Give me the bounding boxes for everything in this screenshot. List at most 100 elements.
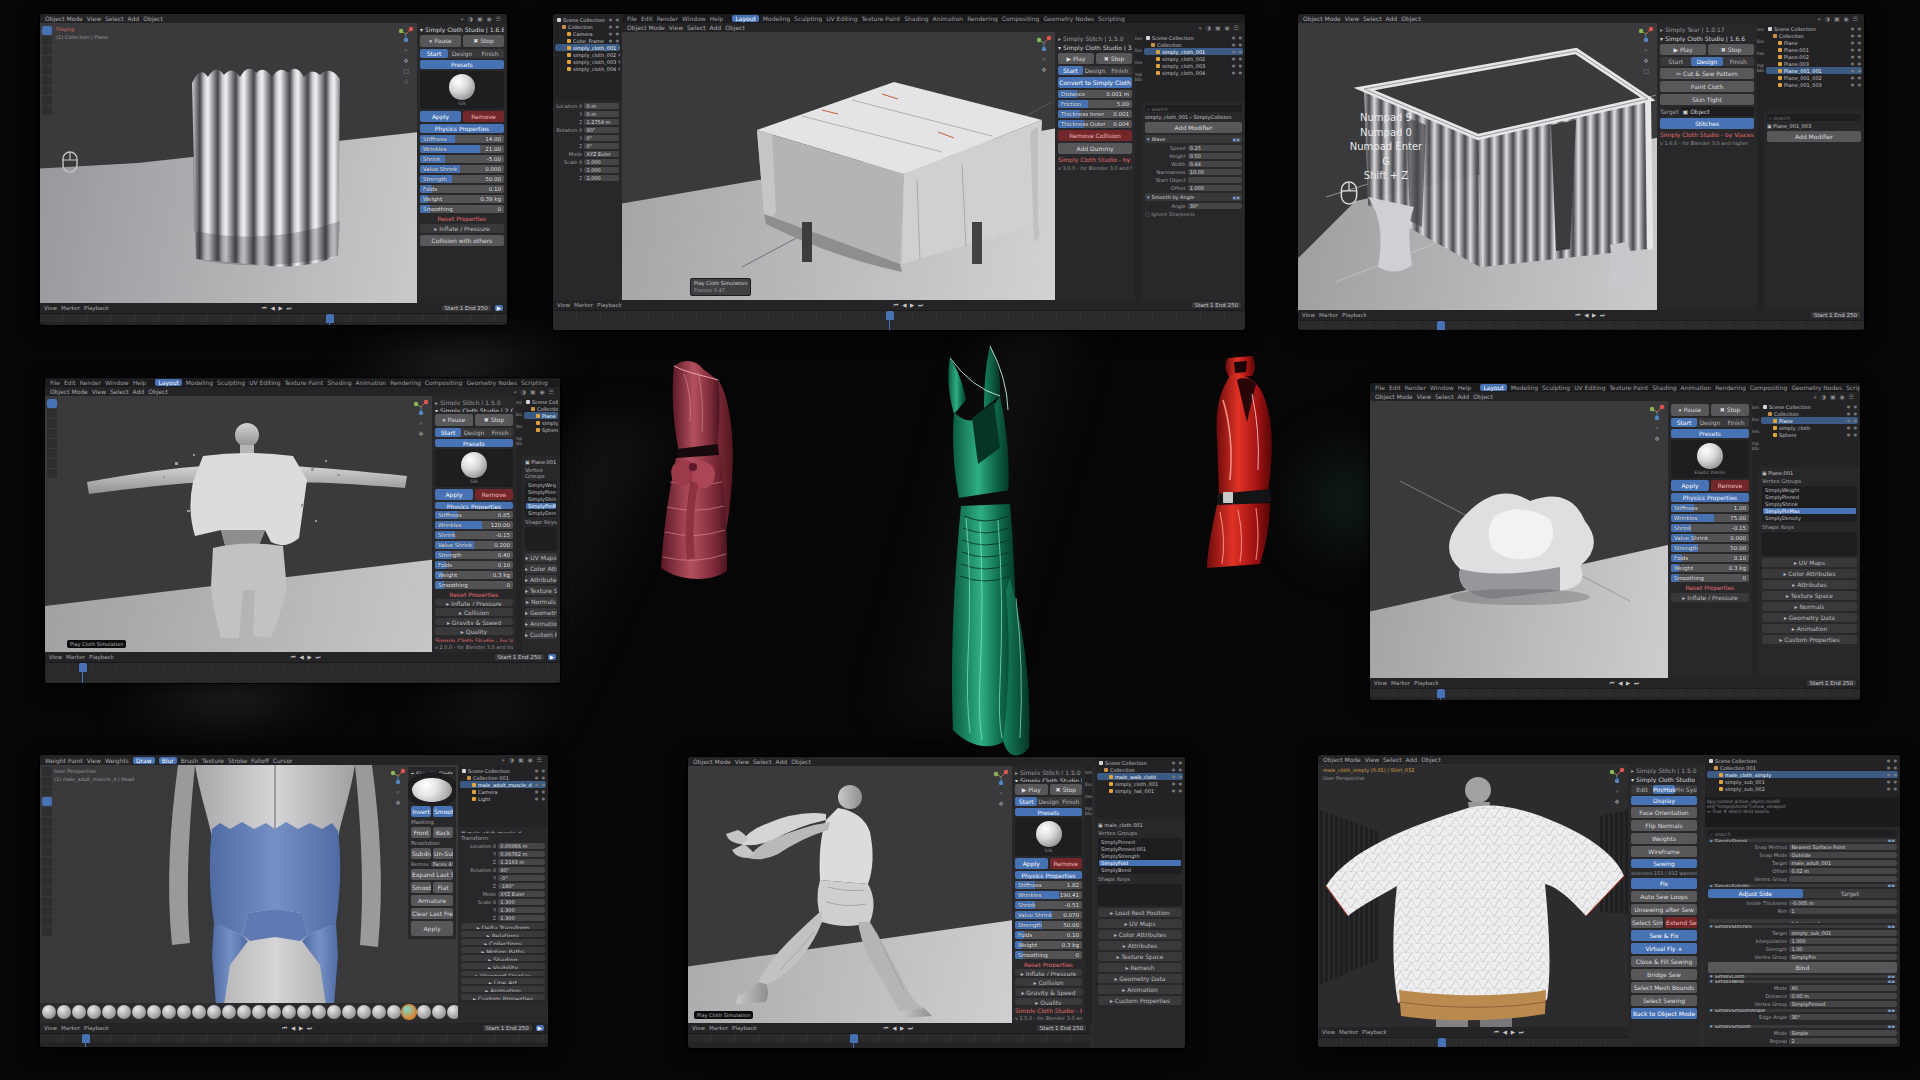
outliner-row-scene-collection[interactable]: Scene Collection● ● (1144, 34, 1243, 41)
timeline[interactable]: ViewMarkerPlayback⏮ ◀ ▶ ⏭Start 1 End 250… (45, 652, 560, 683)
outliner-row-collection-001[interactable]: Collection 001● ● (1707, 764, 1898, 771)
menu-object[interactable]: Object (148, 388, 168, 395)
button-play[interactable]: ▶ Play (1015, 784, 1048, 795)
button-stop[interactable]: ✖ Stop (1711, 404, 1749, 416)
frame-range-fields[interactable]: Start 1 End 250 (1807, 680, 1856, 686)
playhead[interactable] (1437, 689, 1445, 698)
playback-controls[interactable]: ⏮ ◀ ▶ ⏭ (893, 302, 924, 309)
viewport-3d[interactable]: User Perspective(1) male_adult_muscle_d … (40, 765, 458, 1003)
button-face-orientation[interactable]: Face Orientation (1631, 807, 1697, 818)
menu-add[interactable]: Add (1458, 393, 1470, 400)
collapsed-section-quality[interactable]: ▸ Quality (435, 627, 513, 635)
collapsed-section-animation[interactable]: ▸ Animation (1098, 985, 1182, 994)
menu-object-mode[interactable]: Object Mode (693, 758, 731, 765)
menu-items[interactable]: Object ModeViewSelectAddObject (627, 24, 749, 31)
tab-pin-system[interactable]: Pin System (1675, 785, 1697, 794)
outliner-row-collection[interactable]: Collection● ● (524, 405, 558, 412)
button-auto-sew-loops[interactable]: Auto Sew Loops (1631, 891, 1697, 902)
menu-marker[interactable]: Marker (61, 305, 80, 311)
collapsed-section-inflate-pressure[interactable]: ▸ Inflate / Pressure (1671, 593, 1749, 602)
playback-controls[interactable]: ⏮ ◀ ▶ ⏭ (282, 1025, 313, 1032)
menu-add[interactable]: Add (776, 758, 788, 765)
matcap-thumbnail-27[interactable] (447, 1005, 458, 1019)
timeline-menus[interactable]: ViewMarkerPlayback (1302, 312, 1371, 318)
outliner-row-scene-collection[interactable]: Scene Collection● ● (555, 16, 620, 23)
outliner-row-collection[interactable]: Collection● ● (555, 23, 620, 30)
menu-select[interactable]: Select (1435, 393, 1454, 400)
menu-layout[interactable]: Layout (155, 379, 181, 386)
tab-start[interactable]: Start (1671, 418, 1697, 427)
slider-strength[interactable]: Strength50.00 (1015, 921, 1082, 929)
menu-file[interactable]: File (50, 379, 60, 386)
outliner-row-camera[interactable]: Camera● ● (555, 30, 620, 37)
menu-texture[interactable]: Texture (202, 757, 224, 764)
outliner-row-scene-collection[interactable]: Scene Collection● ● (524, 398, 558, 405)
timeline-menus[interactable]: ViewMarkerPlayback (44, 1025, 113, 1031)
list-item-simplystrength[interactable]: SimplyStrength (1099, 853, 1181, 859)
panel-title[interactable]: ▸ Simply Tear | 1.0.17 (1660, 26, 1754, 33)
menu-items[interactable]: Object ModeViewSelectAddObject (45, 15, 167, 22)
menu-view[interactable]: View (44, 1025, 57, 1031)
button-smooth[interactable]: Smooth (433, 806, 453, 817)
section-header-physics-properties[interactable]: Physics Properties (420, 124, 504, 133)
navigation-gizmo[interactable]: ⌕✥ (1609, 767, 1625, 805)
menu-playback[interactable]: Playback (84, 305, 109, 311)
slider-thickness-outer[interactable]: Thickness Outer0.004 (1058, 120, 1132, 128)
cloth-preset-preview[interactable]: Silk (1015, 818, 1082, 856)
button-stop[interactable]: ✖ Stop (1050, 784, 1083, 795)
navigation-gizmo[interactable]: ⌕✥▢ (1638, 26, 1654, 74)
menu-view[interactable]: View (92, 388, 106, 395)
menu-file[interactable]: File (1375, 384, 1385, 391)
button-wireframe[interactable]: Wireframe (1631, 846, 1697, 857)
tab-start[interactable]: Start (1058, 66, 1083, 75)
menu-items[interactable]: Weight PaintViewWeightsDrawBlurBrushText… (45, 757, 297, 764)
slider-thickness-inner[interactable]: Thickness Inner0.001 (1058, 110, 1132, 118)
prop-repeat[interactable]: Repeat2 (1708, 1038, 1897, 1044)
menu-render[interactable]: Render (80, 379, 101, 386)
button-expand-last-selection[interactable]: Expand Last Selection (411, 869, 453, 880)
menu-object-mode[interactable]: Object Mode (1323, 756, 1361, 763)
menu-object-mode[interactable]: Object Mode (1303, 15, 1341, 22)
list-item-simplypinmax[interactable]: SimplyPinMax (526, 503, 556, 509)
button-armature[interactable]: Armature (411, 895, 453, 906)
tab-design[interactable]: Design (448, 49, 476, 58)
button-add-modifier[interactable]: Add Modifier (1145, 122, 1242, 133)
menu-select[interactable]: Select (110, 388, 129, 395)
matcap-thumbnail-22[interactable] (372, 1005, 386, 1019)
menu-view[interactable]: View (1322, 1029, 1335, 1035)
timeline-ruler[interactable] (40, 313, 507, 322)
outliner-row-simply-cloth-004[interactable]: simply_cloth_004● ● (555, 65, 620, 72)
matcap-thumbnail-21[interactable] (357, 1005, 371, 1019)
navigation-gizmo[interactable]: ⌕✥ (993, 769, 1009, 807)
matcap-thumbnail-2[interactable] (72, 1005, 86, 1019)
modifier-simplyshrink[interactable]: ▾SimplyShrink▣▣ (1708, 839, 1897, 842)
collapsed-section-color-attributes[interactable]: ▸ Color Attributes (1098, 930, 1182, 939)
sidebar-tabs[interactable]: ItemToolViewSimply Addons (1135, 32, 1142, 300)
collapsed-section-quality[interactable]: ▸ Quality (1015, 998, 1082, 1006)
frame-range-fields[interactable]: Start 1 End 250 (483, 1025, 532, 1031)
button-pause[interactable]: ⏸ Pause (1671, 404, 1709, 416)
prop-inside-thickness[interactable]: Inside Thickness-0.005 m (1708, 900, 1897, 906)
menu-object-mode[interactable]: Object Mode (627, 24, 665, 31)
matcap-thumbnail-10[interactable] (192, 1005, 206, 1019)
viewport-3d[interactable]: ⌕✥ (1370, 401, 1668, 678)
outliner-row-collection[interactable]: Collection● ● (1097, 766, 1183, 773)
button-select-similar[interactable]: Select Similar (1631, 917, 1663, 928)
menu-texture-paint[interactable]: Texture Paint (284, 379, 323, 386)
menu-geometry-nodes[interactable]: Geometry Nodes (1791, 384, 1842, 391)
timeline-ruler[interactable] (688, 1033, 1090, 1042)
outliner-row-simply-cloth[interactable]: simply_cloth● ● (524, 419, 558, 426)
outliner-row-cube-frame[interactable]: Cube_Frame● ● (555, 37, 620, 44)
prop-z[interactable]: Z1.300 (461, 915, 545, 921)
outliner-row-male-cloth-simply[interactable]: male_cloth_simply● ● (1707, 771, 1898, 778)
prop-interpolation[interactable]: Interpolation1.000 (1708, 938, 1897, 944)
tab-start[interactable]: Start (1660, 57, 1691, 66)
panel-title[interactable]: ▾ Simply Cloth Studio | 1.6.6 (1660, 35, 1754, 42)
prop-mode[interactable]: ModeXYZ Euler (556, 151, 619, 157)
frame-range-fields[interactable]: Start 1 End 250 (1192, 302, 1241, 308)
list-item-simplydensity[interactable]: SimplyDensity (1763, 515, 1856, 521)
collapsed-section-attributes[interactable]: ▸ Attributes (1762, 580, 1857, 589)
slider-friction[interactable]: Friction5.00 (1058, 100, 1132, 108)
play-button[interactable]: ▶ (536, 1025, 544, 1031)
menu-select[interactable]: Select (687, 24, 706, 31)
